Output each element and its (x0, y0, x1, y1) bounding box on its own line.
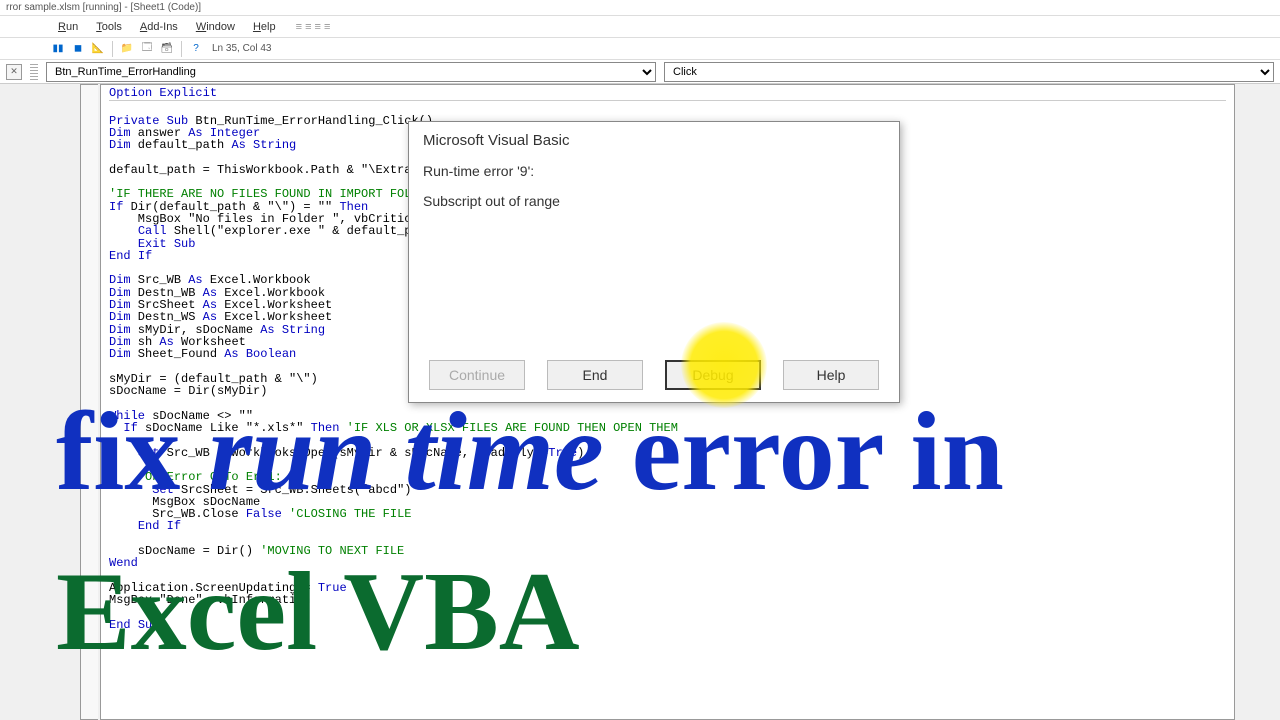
error-header: Run-time error '9': (423, 163, 885, 179)
help-icon[interactable]: ? (188, 41, 204, 57)
menu-help[interactable]: Help (245, 19, 284, 35)
dialog-title: Microsoft Visual Basic (409, 122, 899, 155)
object-dropdown[interactable]: Btn_RunTime_ErrorHandling (46, 62, 656, 82)
separator (181, 41, 182, 57)
grip-icon (30, 64, 38, 80)
separator (112, 41, 113, 57)
code-margin (80, 84, 98, 720)
procedure-dropdown[interactable]: Click (664, 62, 1274, 82)
object-browser-icon[interactable]: 🗃 (159, 41, 175, 57)
menu-addins[interactable]: Add-Ins (132, 19, 186, 35)
end-button[interactable]: End (547, 360, 643, 390)
close-icon[interactable]: ✕ (6, 64, 22, 80)
menu-bar: Run Tools Add-Ins Window Help ≡ ≡ ≡ ≡ (0, 16, 1280, 38)
toolbar: ▮▮ ◼ 📐 📁 🗔 🗃 ? Ln 35, Col 43 (0, 38, 1280, 60)
stop-icon[interactable]: ◼ (70, 41, 86, 57)
menu-tools[interactable]: Tools (88, 19, 130, 35)
indent-icons: ≡ ≡ ≡ ≡ (296, 21, 331, 33)
project-icon[interactable]: 📁 (119, 41, 135, 57)
debug-button[interactable]: Debug (665, 360, 761, 390)
error-message: Subscript out of range (423, 193, 885, 209)
window-title: rror sample.xlsm [running] - [Sheet1 (Co… (6, 2, 201, 13)
dialog-button-row: Continue End Debug Help (409, 360, 899, 390)
break-icon[interactable]: ▮▮ (50, 41, 66, 57)
help-button[interactable]: Help (783, 360, 879, 390)
cursor-position: Ln 35, Col 43 (212, 43, 272, 54)
menu-run[interactable]: Run (50, 19, 86, 35)
object-proc-bar: ✕ Btn_RunTime_ErrorHandling Click (0, 60, 1280, 84)
dialog-body: Run-time error '9': Subscript out of ran… (409, 155, 899, 283)
menu-window[interactable]: Window (188, 19, 243, 35)
properties-icon[interactable]: 🗔 (139, 41, 155, 57)
error-dialog: Microsoft Visual Basic Run-time error '9… (408, 121, 900, 403)
continue-button: Continue (429, 360, 525, 390)
title-bar: rror sample.xlsm [running] - [Sheet1 (Co… (0, 0, 1280, 16)
design-icon[interactable]: 📐 (90, 41, 106, 57)
